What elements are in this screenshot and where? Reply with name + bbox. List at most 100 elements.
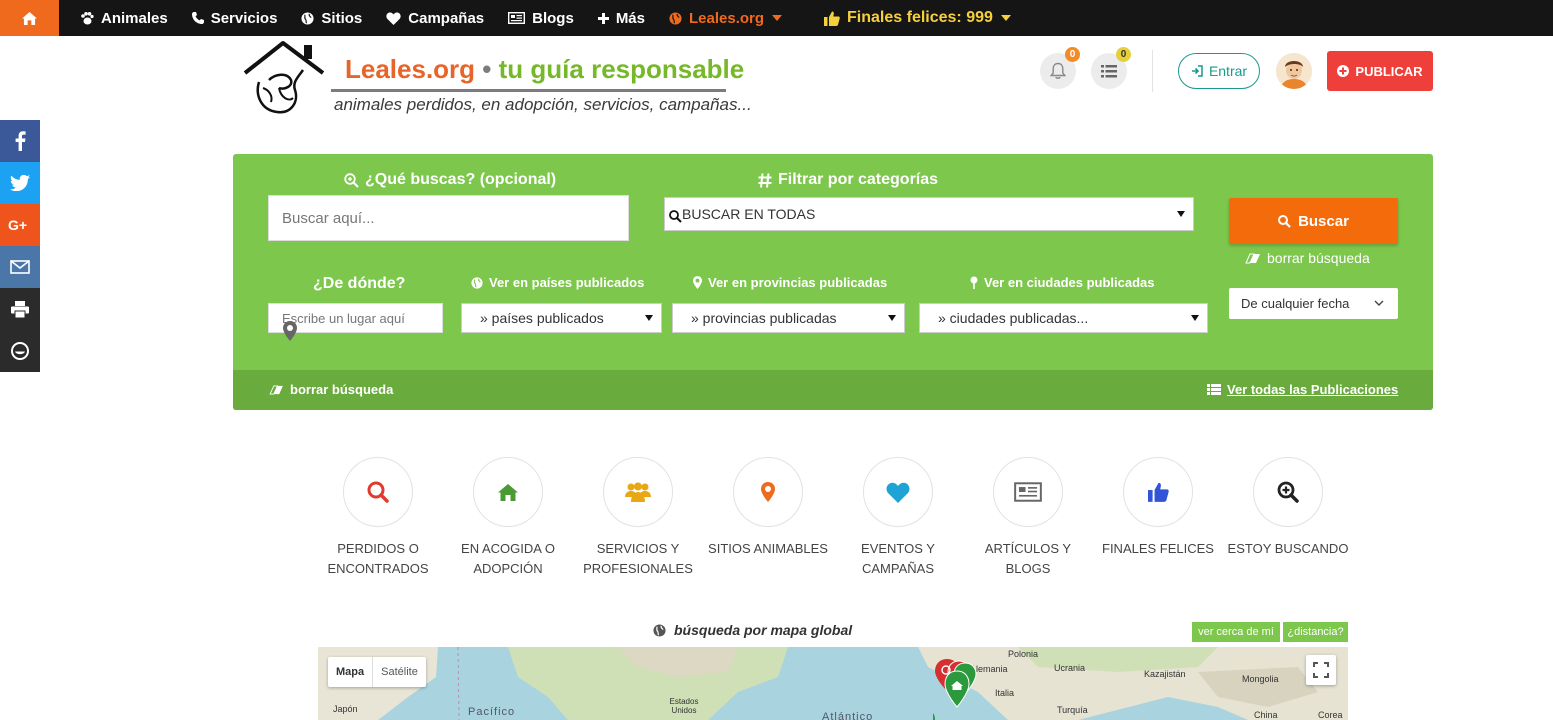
pin-icon (970, 276, 978, 289)
globe-icon (301, 11, 314, 25)
map-label: Turquía (1057, 705, 1088, 715)
more-share-icon (11, 342, 29, 360)
where-label: ¿De dónde? (313, 275, 406, 292)
distance-button[interactable]: ¿distancia? (1283, 622, 1348, 642)
category-services[interactable]: SERVICIOS Y PROFESIONALES (573, 457, 703, 579)
map-marker-icon (761, 482, 775, 502)
footer-clear-search-link[interactable]: borrar búsqueda (269, 382, 393, 397)
provinces-select[interactable]: » provincias publicadas (672, 303, 905, 333)
phone-icon (191, 12, 204, 24)
fullscreen-icon (1313, 662, 1329, 678)
near-me-button[interactable]: ver cerca de mí (1192, 622, 1280, 642)
leales-logo[interactable] (243, 40, 327, 120)
nav-mas[interactable]: Más (597, 10, 645, 27)
category-blogs[interactable]: ARTÍCULOS Y BLOGS (963, 457, 1093, 579)
nav-leales-menu[interactable]: Leales.org (669, 10, 783, 27)
view-all-publications-link[interactable]: Ver todas las Publicaciones (1207, 382, 1398, 397)
nav-animales[interactable]: Animales (80, 10, 168, 27)
search-button-label: Buscar (1298, 212, 1349, 230)
map-markers (933, 659, 977, 720)
home-icon (498, 483, 518, 501)
map-label: Polonia (1008, 649, 1039, 659)
cities-select[interactable]: » ciudades publicadas... (919, 303, 1208, 333)
notifications-button[interactable]: 0 (1040, 47, 1080, 89)
my-list-button[interactable]: 0 (1091, 47, 1131, 89)
category-select[interactable]: BUSCAR EN TODAS (664, 197, 1194, 231)
sign-in-icon (1191, 65, 1203, 77)
provinces-select-value: » provincias publicadas (691, 310, 837, 326)
share-more[interactable] (0, 330, 40, 372)
hashtag-icon (758, 172, 772, 188)
location-input[interactable]: Escribe un lugar aquí (268, 303, 443, 341)
nav-campanas[interactable]: Campañas (386, 10, 484, 27)
global-map[interactable]: Mapa Satélite Polonia Alemania Ucrania K… (318, 647, 1348, 720)
twitter-icon (10, 175, 30, 191)
search-button[interactable]: Buscar (1229, 198, 1398, 244)
nav-sitios-label: Sitios (321, 9, 363, 27)
map-label: Kazajistán (1144, 669, 1186, 679)
share-print[interactable] (0, 288, 40, 330)
svg-text:G+: G+ (8, 218, 27, 232)
clear-search-link[interactable]: borrar búsqueda (1245, 250, 1370, 266)
search-icon (1278, 214, 1291, 228)
share-facebook[interactable] (0, 120, 40, 162)
category-label: Filtrar por categorías (758, 171, 938, 189)
nav-servicios[interactable]: Servicios (191, 9, 278, 27)
fullscreen-button[interactable] (1306, 655, 1336, 685)
select-arrow-icon (1191, 315, 1199, 321)
share-email[interactable] (0, 246, 40, 288)
users-icon (625, 482, 651, 502)
date-filter-select[interactable]: De cualquier fecha (1229, 288, 1398, 319)
home-button[interactable] (0, 0, 59, 36)
map-type-satellite[interactable]: Satélite (373, 657, 426, 687)
publish-button[interactable]: PUBLICAR (1327, 51, 1433, 91)
avatar[interactable] (1276, 53, 1312, 89)
brand-title[interactable]: Leales.org • tu guía responsable (345, 54, 744, 85)
top-nav: Animales Servicios Sitios Campañas Blogs… (0, 0, 1553, 36)
heart-icon (886, 482, 910, 503)
nav-blogs[interactable]: Blogs (508, 10, 574, 27)
facebook-icon (15, 131, 26, 151)
chevron-down-icon (772, 15, 783, 21)
chevron-down-icon (1374, 300, 1384, 306)
map-type-map[interactable]: Mapa (328, 657, 374, 687)
zoom-in-icon (344, 172, 359, 188)
eraser-icon (1245, 253, 1260, 263)
nav-sitios[interactable]: Sitios (301, 10, 362, 27)
brand-underline (331, 89, 726, 92)
newspaper-icon (1014, 482, 1042, 502)
share-twitter[interactable] (0, 162, 40, 204)
date-filter-value: De cualquier fecha (1241, 296, 1350, 311)
print-icon (11, 300, 29, 318)
category-events[interactable]: EVENTOS Y CAMPAÑAS (833, 457, 963, 579)
share-google-plus[interactable]: G+ (0, 204, 40, 246)
map-title: búsqueda por mapa global (653, 622, 852, 638)
newspaper-icon (508, 12, 526, 24)
search-input[interactable]: Buscar aquí... (268, 195, 629, 241)
list-count: 0 (1116, 47, 1131, 62)
countries-select[interactable]: » países publicados (461, 303, 662, 333)
select-arrow-icon (1177, 211, 1185, 217)
plus-circle-icon (1337, 65, 1350, 77)
search-panel-footer: borrar búsqueda Ver todas las Publicacio… (233, 370, 1433, 410)
heart-icon (386, 11, 401, 25)
nav-servicios-label: Servicios (210, 9, 278, 27)
map-label: Italia (995, 688, 1015, 698)
select-arrow-icon (645, 315, 653, 321)
countries-select-value: » países publicados (480, 310, 604, 326)
bell-icon (1050, 62, 1066, 79)
nav-finales-felices[interactable]: Finales felices: 999 (824, 9, 1011, 27)
category-places[interactable]: SITIOS ANIMABLES (703, 457, 833, 559)
map-marker-icon (693, 276, 702, 289)
brand-tagline: animales perdidos, en adopción, servicio… (334, 95, 752, 114)
category-looking-for[interactable]: ESTOY BUSCANDO (1223, 457, 1353, 559)
map-label: Pacífico (468, 706, 516, 718)
map-label: Japón (333, 704, 358, 714)
th-list-icon (1207, 384, 1221, 395)
category-adoption[interactable]: EN ACOGIDA O ADOPCIÓN (443, 457, 573, 579)
login-button[interactable]: Entrar (1178, 53, 1260, 89)
search-icon (669, 210, 682, 223)
category-lost-found[interactable]: PERDIDOS O ENCONTRADOS (313, 457, 443, 579)
category-happy-endings[interactable]: FINALES FELICES (1093, 457, 1223, 559)
location-input-placeholder: Escribe un lugar aquí (282, 310, 405, 326)
